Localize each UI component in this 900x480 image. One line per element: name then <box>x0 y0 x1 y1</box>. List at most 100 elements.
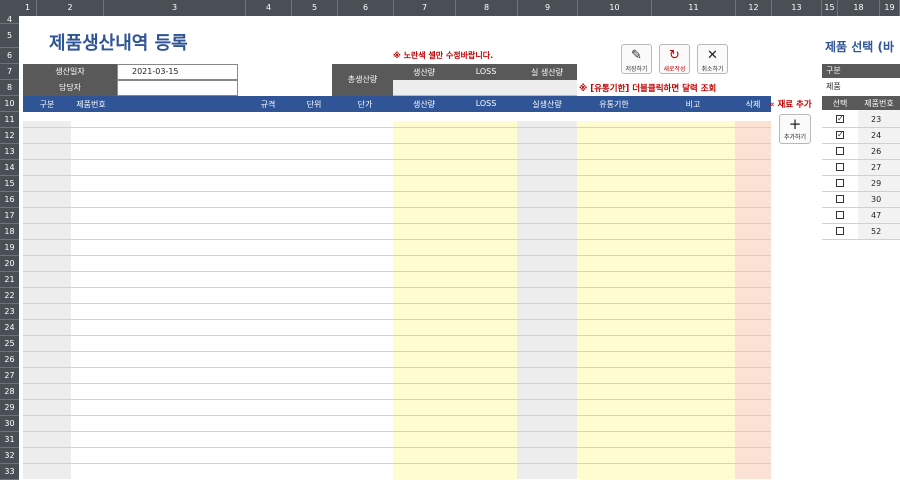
row-header-cell[interactable]: 20 <box>0 256 19 272</box>
row-header-cell[interactable]: 19 <box>0 240 19 256</box>
manager-input[interactable] <box>117 80 238 96</box>
product-checkbox[interactable]: ✓ <box>836 131 844 139</box>
product-row-line <box>822 175 900 176</box>
product-checkbox[interactable] <box>836 179 844 187</box>
table-row[interactable] <box>23 399 771 400</box>
row-header-cell[interactable]: 8 <box>0 80 19 96</box>
column-header-cell[interactable]: 5 <box>292 0 338 16</box>
table-row[interactable] <box>23 463 771 464</box>
product-category-value: 제품 <box>826 82 841 91</box>
column-header-cell[interactable]: 19 <box>880 0 900 16</box>
table-row[interactable] <box>23 335 771 336</box>
column-header-cell[interactable]: 13 <box>772 0 822 16</box>
th-loss: LOSS <box>475 99 497 108</box>
row-header-cell[interactable]: 31 <box>0 432 19 448</box>
column-header-cell[interactable]: 4 <box>246 0 292 16</box>
page-title: 제품생산내역 등록 <box>49 33 188 54</box>
column-header-cell[interactable]: 11 <box>652 0 736 16</box>
row-header-cell[interactable]: 29 <box>0 400 19 416</box>
row-header-cell[interactable]: 16 <box>0 192 19 208</box>
row-header-cell[interactable]: 30 <box>0 416 19 432</box>
row-header-cell[interactable]: 11 <box>0 112 19 128</box>
product-number: 29 <box>871 179 882 188</box>
table-row[interactable] <box>23 223 771 224</box>
table-row[interactable] <box>23 447 771 448</box>
new-button[interactable]: ↻ 새로작성 <box>659 44 690 74</box>
product-row-line <box>822 207 900 208</box>
column-header-cell[interactable]: 12 <box>736 0 772 16</box>
product-checkbox[interactable] <box>836 195 844 203</box>
th-actual-production: 실생산량 <box>532 100 562 109</box>
column-header-cell[interactable]: 1 <box>19 0 37 16</box>
row-header-cell[interactable]: 26 <box>0 352 19 368</box>
column-header-cell[interactable]: 15 <box>822 0 838 16</box>
table-row[interactable] <box>23 351 771 352</box>
product-row-line <box>822 127 900 128</box>
column-header-cell[interactable]: 7 <box>394 0 456 16</box>
manager-label: 담당자 <box>23 80 117 96</box>
table-row[interactable] <box>23 431 771 432</box>
product-checkbox[interactable] <box>836 211 844 219</box>
cancel-button[interactable]: ✕ 취소하기 <box>697 44 728 74</box>
column-header-cell[interactable]: 3 <box>104 0 246 16</box>
row-header-cell[interactable]: 24 <box>0 320 19 336</box>
table-row[interactable] <box>23 127 771 128</box>
row-header-cell[interactable]: 33 <box>0 464 19 480</box>
table-row[interactable] <box>23 191 771 192</box>
row-header-cell[interactable]: 25 <box>0 336 19 352</box>
table-row[interactable] <box>23 271 771 272</box>
table-row[interactable] <box>23 367 771 368</box>
table-row[interactable] <box>23 143 771 144</box>
th-unit: 단위 <box>306 100 322 109</box>
product-row-line <box>822 239 900 240</box>
th-product-number: 제품번호 <box>76 100 106 109</box>
product-checkbox[interactable] <box>836 227 844 235</box>
add-material-button[interactable]: + 추가하기 <box>779 114 811 144</box>
table-row[interactable] <box>23 383 771 384</box>
table-row[interactable] <box>23 303 771 304</box>
row-header-cell[interactable]: 14 <box>0 160 19 176</box>
row-header-cell[interactable]: 22 <box>0 288 19 304</box>
table-row[interactable] <box>23 319 771 320</box>
save-button[interactable]: ✎ 저장하기 <box>621 44 652 74</box>
product-checkbox[interactable]: ✓ <box>836 115 844 123</box>
table-row[interactable] <box>23 159 771 160</box>
product-checkbox[interactable] <box>836 147 844 155</box>
row-header-cell[interactable]: 6 <box>0 48 19 64</box>
row-header-cell[interactable]: 7 <box>0 64 19 80</box>
totals-col-actual: 실 생산량 <box>531 68 563 77</box>
column-header-cell[interactable]: 8 <box>456 0 518 16</box>
row-header-cell[interactable]: 12 <box>0 128 19 144</box>
column-header-cell[interactable]: 9 <box>518 0 578 16</box>
table-row[interactable] <box>23 239 771 240</box>
row-header-cell[interactable]: 5 <box>0 24 19 48</box>
product-panel-title: 제품 선택 (바 <box>825 40 895 54</box>
column-header-cell[interactable]: 18 <box>838 0 880 16</box>
row-header-cell[interactable]: 23 <box>0 304 19 320</box>
new-button-label: 새로작성 <box>663 66 686 73</box>
table-row[interactable] <box>23 255 771 256</box>
row-header-cell[interactable]: 21 <box>0 272 19 288</box>
product-checkbox[interactable] <box>836 163 844 171</box>
row-header-cell[interactable]: 28 <box>0 384 19 400</box>
row-header-cell[interactable]: 17 <box>0 208 19 224</box>
table-row[interactable] <box>23 287 771 288</box>
row-header-cell[interactable]: 18 <box>0 224 19 240</box>
product-col-number: 제품번호 <box>864 99 894 108</box>
worksheet[interactable]: 제품생산내역 등록 ※ 노란색 셀만 수정바랍니다. 생산일자 2021-03-… <box>19 16 900 479</box>
table-row[interactable] <box>23 175 771 176</box>
th-spec: 규격 <box>260 100 276 109</box>
product-col-select: 선택 <box>832 99 848 108</box>
column-header-cell[interactable]: 2 <box>37 0 104 16</box>
row-header-cell[interactable]: 27 <box>0 368 19 384</box>
table-row[interactable] <box>23 415 771 416</box>
column-header-cell[interactable]: 10 <box>578 0 652 16</box>
row-header-cell[interactable]: 4 <box>0 16 19 24</box>
row-header-cell[interactable]: 10 <box>0 96 19 112</box>
table-row[interactable] <box>23 207 771 208</box>
row-header-cell[interactable]: 32 <box>0 448 19 464</box>
row-header-cell[interactable]: 13 <box>0 144 19 160</box>
column-header-cell[interactable]: 6 <box>338 0 394 16</box>
production-date-input[interactable]: 2021-03-15 <box>117 64 238 80</box>
row-header-cell[interactable]: 15 <box>0 176 19 192</box>
